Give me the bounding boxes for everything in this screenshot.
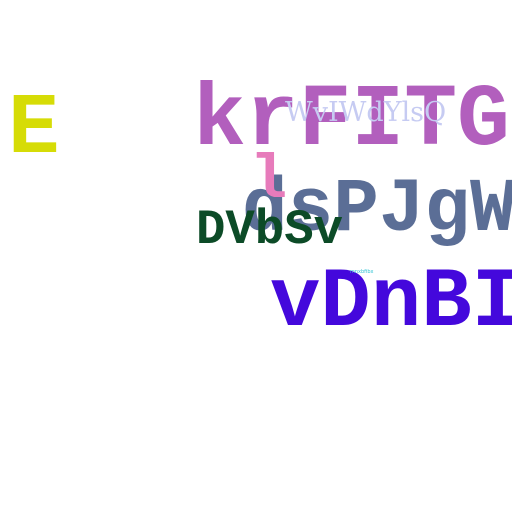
yellow-letter-e: E bbox=[8, 80, 60, 178]
green-word: DVbSv bbox=[196, 202, 344, 258]
faint-overlay-word: WvIWdYlsQ bbox=[285, 97, 447, 128]
text-canvas: E krFITGF dsPJgWt WvIWdYlsQ l DVbSv vDnB… bbox=[0, 0, 512, 512]
violet-word: vDnBI bbox=[270, 256, 512, 351]
tiny-caption: mnxbfibx bbox=[350, 269, 374, 275]
